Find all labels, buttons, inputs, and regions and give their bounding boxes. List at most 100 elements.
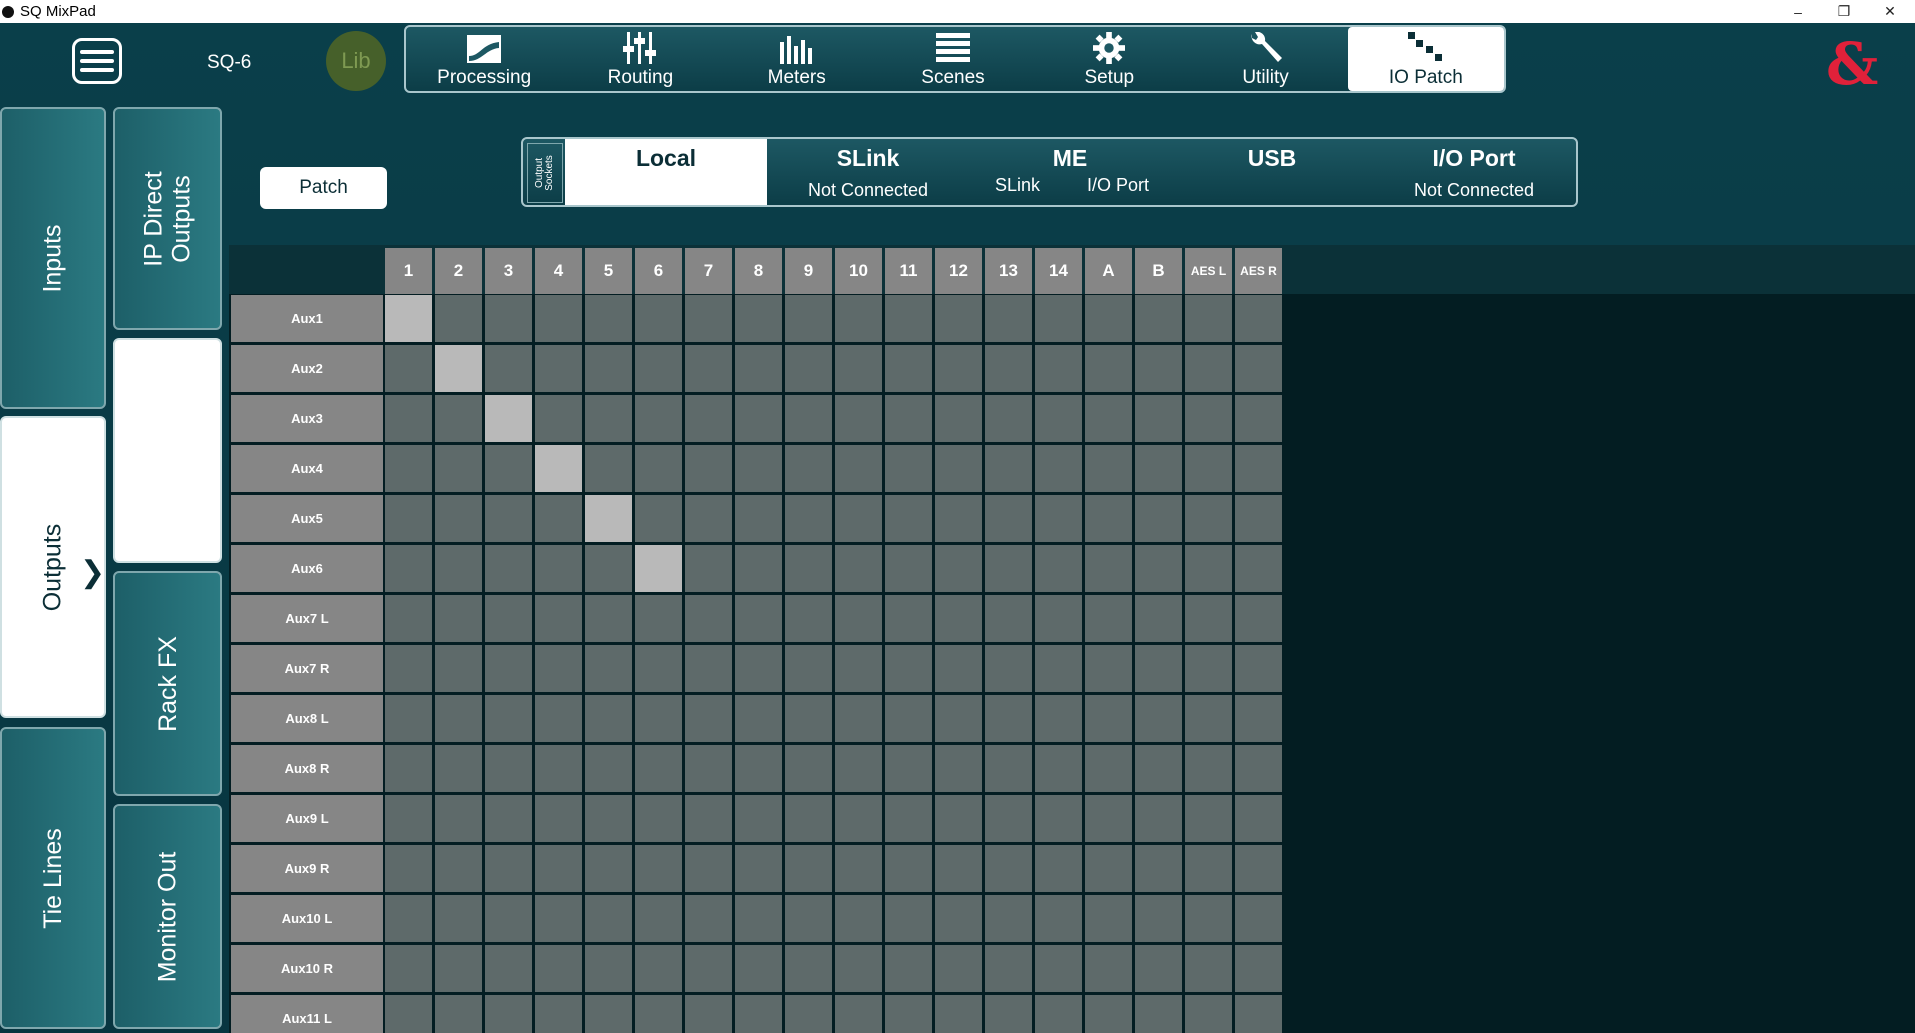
patch-cell[interactable] [435,795,482,842]
patch-cell[interactable] [1135,695,1182,742]
patch-cell[interactable] [535,945,582,992]
patch-cell[interactable] [785,545,832,592]
patch-cell[interactable] [985,345,1032,392]
patch-cell[interactable] [1185,295,1232,342]
patch-cell[interactable] [1135,645,1182,692]
patch-cell[interactable] [735,445,782,492]
patch-cell[interactable] [1035,995,1082,1033]
patch-cell[interactable] [1035,445,1082,492]
patch-cell[interactable] [1085,695,1132,742]
patch-cell[interactable] [1235,895,1282,942]
patch-cell[interactable] [985,895,1032,942]
patch-cell[interactable] [385,495,432,542]
patch-cell[interactable] [885,345,932,392]
patch-cell[interactable] [1085,645,1132,692]
patch-cell[interactable] [635,845,682,892]
patch-cell[interactable] [385,345,432,392]
patch-cell[interactable] [585,745,632,792]
patch-cell[interactable] [985,695,1032,742]
patch-cell[interactable] [1185,345,1232,392]
minimize-button[interactable]: – [1775,0,1821,23]
patch-cell[interactable] [585,895,632,942]
patch-cell[interactable] [585,345,632,392]
patch-cell[interactable] [935,695,982,742]
patch-cell[interactable] [635,695,682,742]
patch-cell[interactable] [935,745,982,792]
patch-cell[interactable] [735,595,782,642]
patch-cell[interactable] [385,895,432,942]
patch-cell[interactable] [1085,445,1132,492]
patch-cell[interactable] [835,745,882,792]
subnav-ip-direct-outputs[interactable]: IP Direct Outputs [113,107,222,330]
patch-cell[interactable] [585,395,632,442]
tab-setup[interactable]: Setup [1031,27,1187,91]
patch-cell[interactable] [1185,795,1232,842]
patch-cell[interactable] [985,795,1032,842]
patch-cell[interactable] [1235,295,1282,342]
patch-cell[interactable] [985,845,1032,892]
patch-cell[interactable] [835,295,882,342]
patch-cell[interactable] [1085,495,1132,542]
patch-cell[interactable] [385,295,432,342]
patch-cell[interactable] [985,445,1032,492]
patch-cell[interactable] [385,845,432,892]
patch-cell[interactable] [735,895,782,942]
patch-cell[interactable] [685,645,732,692]
patch-cell[interactable] [685,295,732,342]
patch-cell[interactable] [385,695,432,742]
patch-cell[interactable] [485,445,532,492]
patch-cell[interactable] [635,945,682,992]
patch-cell[interactable] [935,795,982,842]
patch-cell[interactable] [685,745,732,792]
patch-cell[interactable] [535,545,582,592]
patch-cell[interactable] [685,895,732,942]
patch-cell[interactable] [1185,745,1232,792]
patch-cell[interactable] [535,645,582,692]
patch-cell[interactable] [585,945,632,992]
patch-cell[interactable] [1235,845,1282,892]
patch-cell[interactable] [535,745,582,792]
patch-cell[interactable] [585,295,632,342]
patch-cell[interactable] [885,545,932,592]
patch-cell[interactable] [785,695,832,742]
patch-cell[interactable] [635,795,682,842]
patch-cell[interactable] [685,945,732,992]
patch-cell[interactable] [1185,695,1232,742]
patch-cell[interactable] [1035,745,1082,792]
patch-cell[interactable] [1235,495,1282,542]
patch-button[interactable]: Patch [260,167,387,209]
patch-cell[interactable] [1135,395,1182,442]
patch-cell[interactable] [1235,995,1282,1033]
patch-cell[interactable] [885,895,932,942]
patch-cell[interactable] [935,395,982,442]
patch-cell[interactable] [885,745,932,792]
patch-cell[interactable] [435,845,482,892]
patch-cell[interactable] [385,995,432,1033]
patch-cell[interactable] [1135,845,1182,892]
patch-cell[interactable] [535,895,582,942]
patch-cell[interactable] [485,995,532,1033]
patch-cell[interactable] [1135,745,1182,792]
patch-cell[interactable] [635,345,682,392]
socket-tab-me[interactable]: ME SLink I/O Port [969,139,1171,205]
patch-cell[interactable] [735,695,782,742]
patch-cell[interactable] [1235,745,1282,792]
socket-tab-local[interactable]: Local [565,139,767,205]
patch-cell[interactable] [1235,645,1282,692]
library-button[interactable]: Lib [326,31,386,91]
patch-cell[interactable] [1185,445,1232,492]
patch-cell[interactable] [1235,445,1282,492]
patch-cell[interactable] [435,745,482,792]
patch-cell[interactable] [785,445,832,492]
patch-cell[interactable] [1035,845,1082,892]
patch-cell[interactable] [885,395,932,442]
sidebar-item-tie-lines[interactable]: Tie Lines [0,727,106,1029]
patch-cell[interactable] [1035,895,1082,942]
patch-cell[interactable] [1185,495,1232,542]
patch-cell[interactable] [1135,495,1182,542]
patch-cell[interactable] [1185,545,1232,592]
patch-cell[interactable] [435,945,482,992]
patch-cell[interactable] [985,295,1032,342]
patch-cell[interactable] [935,895,982,942]
patch-cell[interactable] [885,645,932,692]
